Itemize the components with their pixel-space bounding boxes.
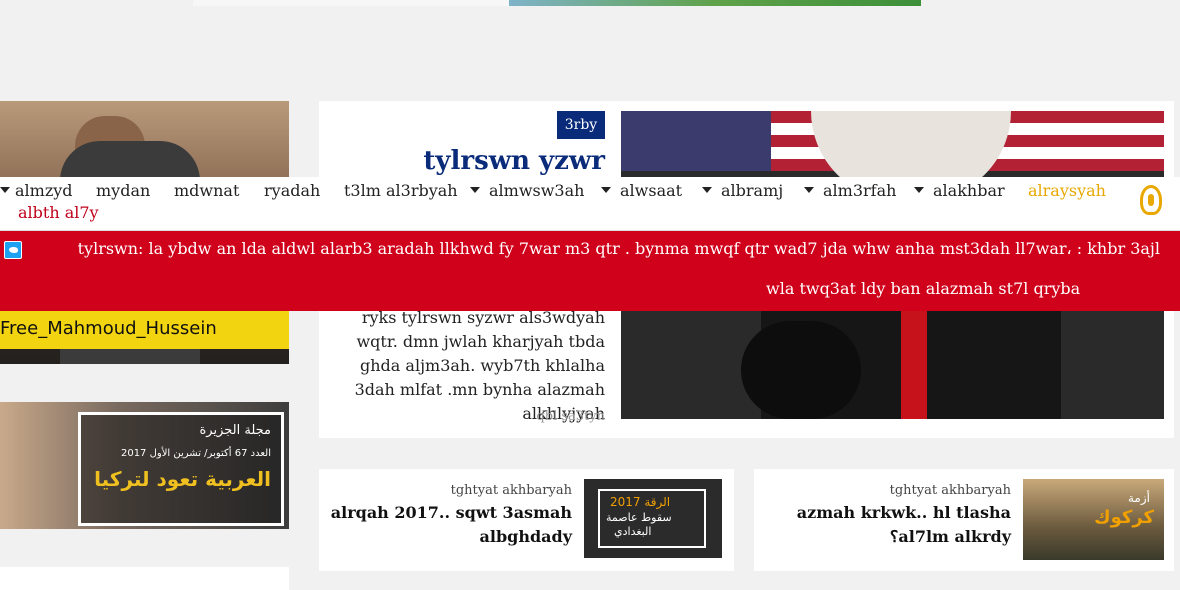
nav-item-live[interactable]: albth al7y: [18, 203, 99, 222]
card-thumbnail[interactable]: أزمة كركوك: [1023, 479, 1164, 560]
magazine-name: مجلة الجزيرة: [199, 423, 272, 438]
chevron-down-icon[interactable]: [702, 187, 712, 193]
free-mahmoud-banner: Free_Mahmoud_Hussein: [0, 309, 289, 349]
nav-item-learn-arabic[interactable]: t3lm al3rbyah: [344, 181, 458, 200]
sidebar-bottom-box: [0, 567, 289, 590]
nav-item-media[interactable]: alwsaat: [620, 181, 682, 200]
thumb-text-1: الرقة 2017: [610, 495, 671, 509]
card-title-line1: alrqah 2017.. sqwt 3asmah: [330, 503, 572, 522]
chevron-down-icon[interactable]: [914, 187, 924, 193]
chevron-down-icon[interactable]: [470, 187, 480, 193]
nav-item-programs[interactable]: albramj: [721, 181, 783, 200]
us-flag-canton: [621, 111, 771, 171]
nav-item-home[interactable]: alraysyah: [1028, 181, 1106, 200]
card-title-line2: ؟al7lm alkrdy: [889, 527, 1011, 546]
feature-timestamp: qbl sa3tyn: [536, 409, 605, 424]
card-title[interactable]: azmah krkwk.. hl tlasha ؟al7lm alkrdy: [771, 501, 1011, 549]
nav-item-more[interactable]: almzyd: [15, 181, 73, 200]
card-title[interactable]: alrqah 2017.. sqwt 3asmah albghdady: [312, 501, 572, 549]
feature-description: ryks tylrswn syzwr als3wdyah wqtr. dmn j…: [354, 308, 605, 423]
chevron-down-icon[interactable]: [804, 187, 814, 193]
thumb-text-2: سقوط عاصمة: [606, 511, 672, 524]
news-card-kirkuk[interactable]: tghtyat akhbaryah azmah krkwk.. hl tlash…: [754, 469, 1174, 571]
ad-image: [509, 0, 921, 6]
top-ad-banner[interactable]: [193, 0, 921, 6]
nav-item-knowledge[interactable]: alm3rfah: [823, 181, 896, 200]
card-category: tghtyat akhbaryah: [889, 483, 1011, 498]
feature-title[interactable]: tylrswn yzwr: [423, 146, 605, 176]
breaking-news-text-cont[interactable]: wla twq3at ldy ban alazmah st7l qryba: [766, 279, 1080, 298]
main-nav: almzyd mydan mdwnat ryadah t3lm al3rbyah…: [0, 177, 1180, 231]
card-title-line1: azmah krkwk.. hl tlasha: [796, 503, 1011, 522]
thumb-text-3: البغدادي: [614, 525, 652, 538]
magazine-box: مجلة الجزيرة العدد 67 أكتوبر/ تشرين الأو…: [78, 412, 284, 526]
magazine-issue: العدد 67 أكتوبر/ تشرين الأول 2017: [120, 448, 271, 459]
category-badge[interactable]: 3rby: [557, 111, 605, 139]
microphones: [741, 321, 861, 419]
thumb-text-1: أزمة: [1128, 491, 1150, 505]
card-thumbnail[interactable]: الرقة 2017 سقوط عاصمة البغدادي: [584, 479, 722, 558]
nav-item-blogs[interactable]: mdwnat: [174, 181, 239, 200]
thumb-text-2: كركوك: [1094, 507, 1154, 528]
breaking-news-bar: tylrswn: la ybdw an lda aldwl alarb3 ara…: [0, 231, 1180, 311]
nav-item-midan[interactable]: mydan: [96, 181, 150, 200]
aljazeera-logo-icon[interactable]: [1140, 185, 1162, 215]
breaking-news-text[interactable]: tylrswn: la ybdw an lda aldwl alarb3 ara…: [78, 239, 1160, 258]
card-title-line2: albghdady: [479, 527, 573, 546]
chevron-down-icon[interactable]: [601, 187, 611, 193]
nav-item-encyclopedia[interactable]: almwsw3ah: [489, 181, 584, 200]
chevron-down-icon[interactable]: [0, 187, 10, 193]
magazine-promo[interactable]: مجلة الجزيرة العدد 67 أكتوبر/ تشرين الأو…: [0, 402, 289, 529]
news-card-raqqa[interactable]: tghtyat akhbaryah alrqah 2017.. sqwt 3as…: [319, 469, 734, 571]
magazine-headline: العربية تعود لتركيا: [94, 467, 271, 491]
nav-item-news[interactable]: alakhbar: [933, 181, 1005, 200]
nav-item-sports[interactable]: ryadah: [264, 181, 320, 200]
twitter-icon[interactable]: [4, 241, 22, 259]
card-category: tghtyat akhbaryah: [450, 483, 572, 498]
